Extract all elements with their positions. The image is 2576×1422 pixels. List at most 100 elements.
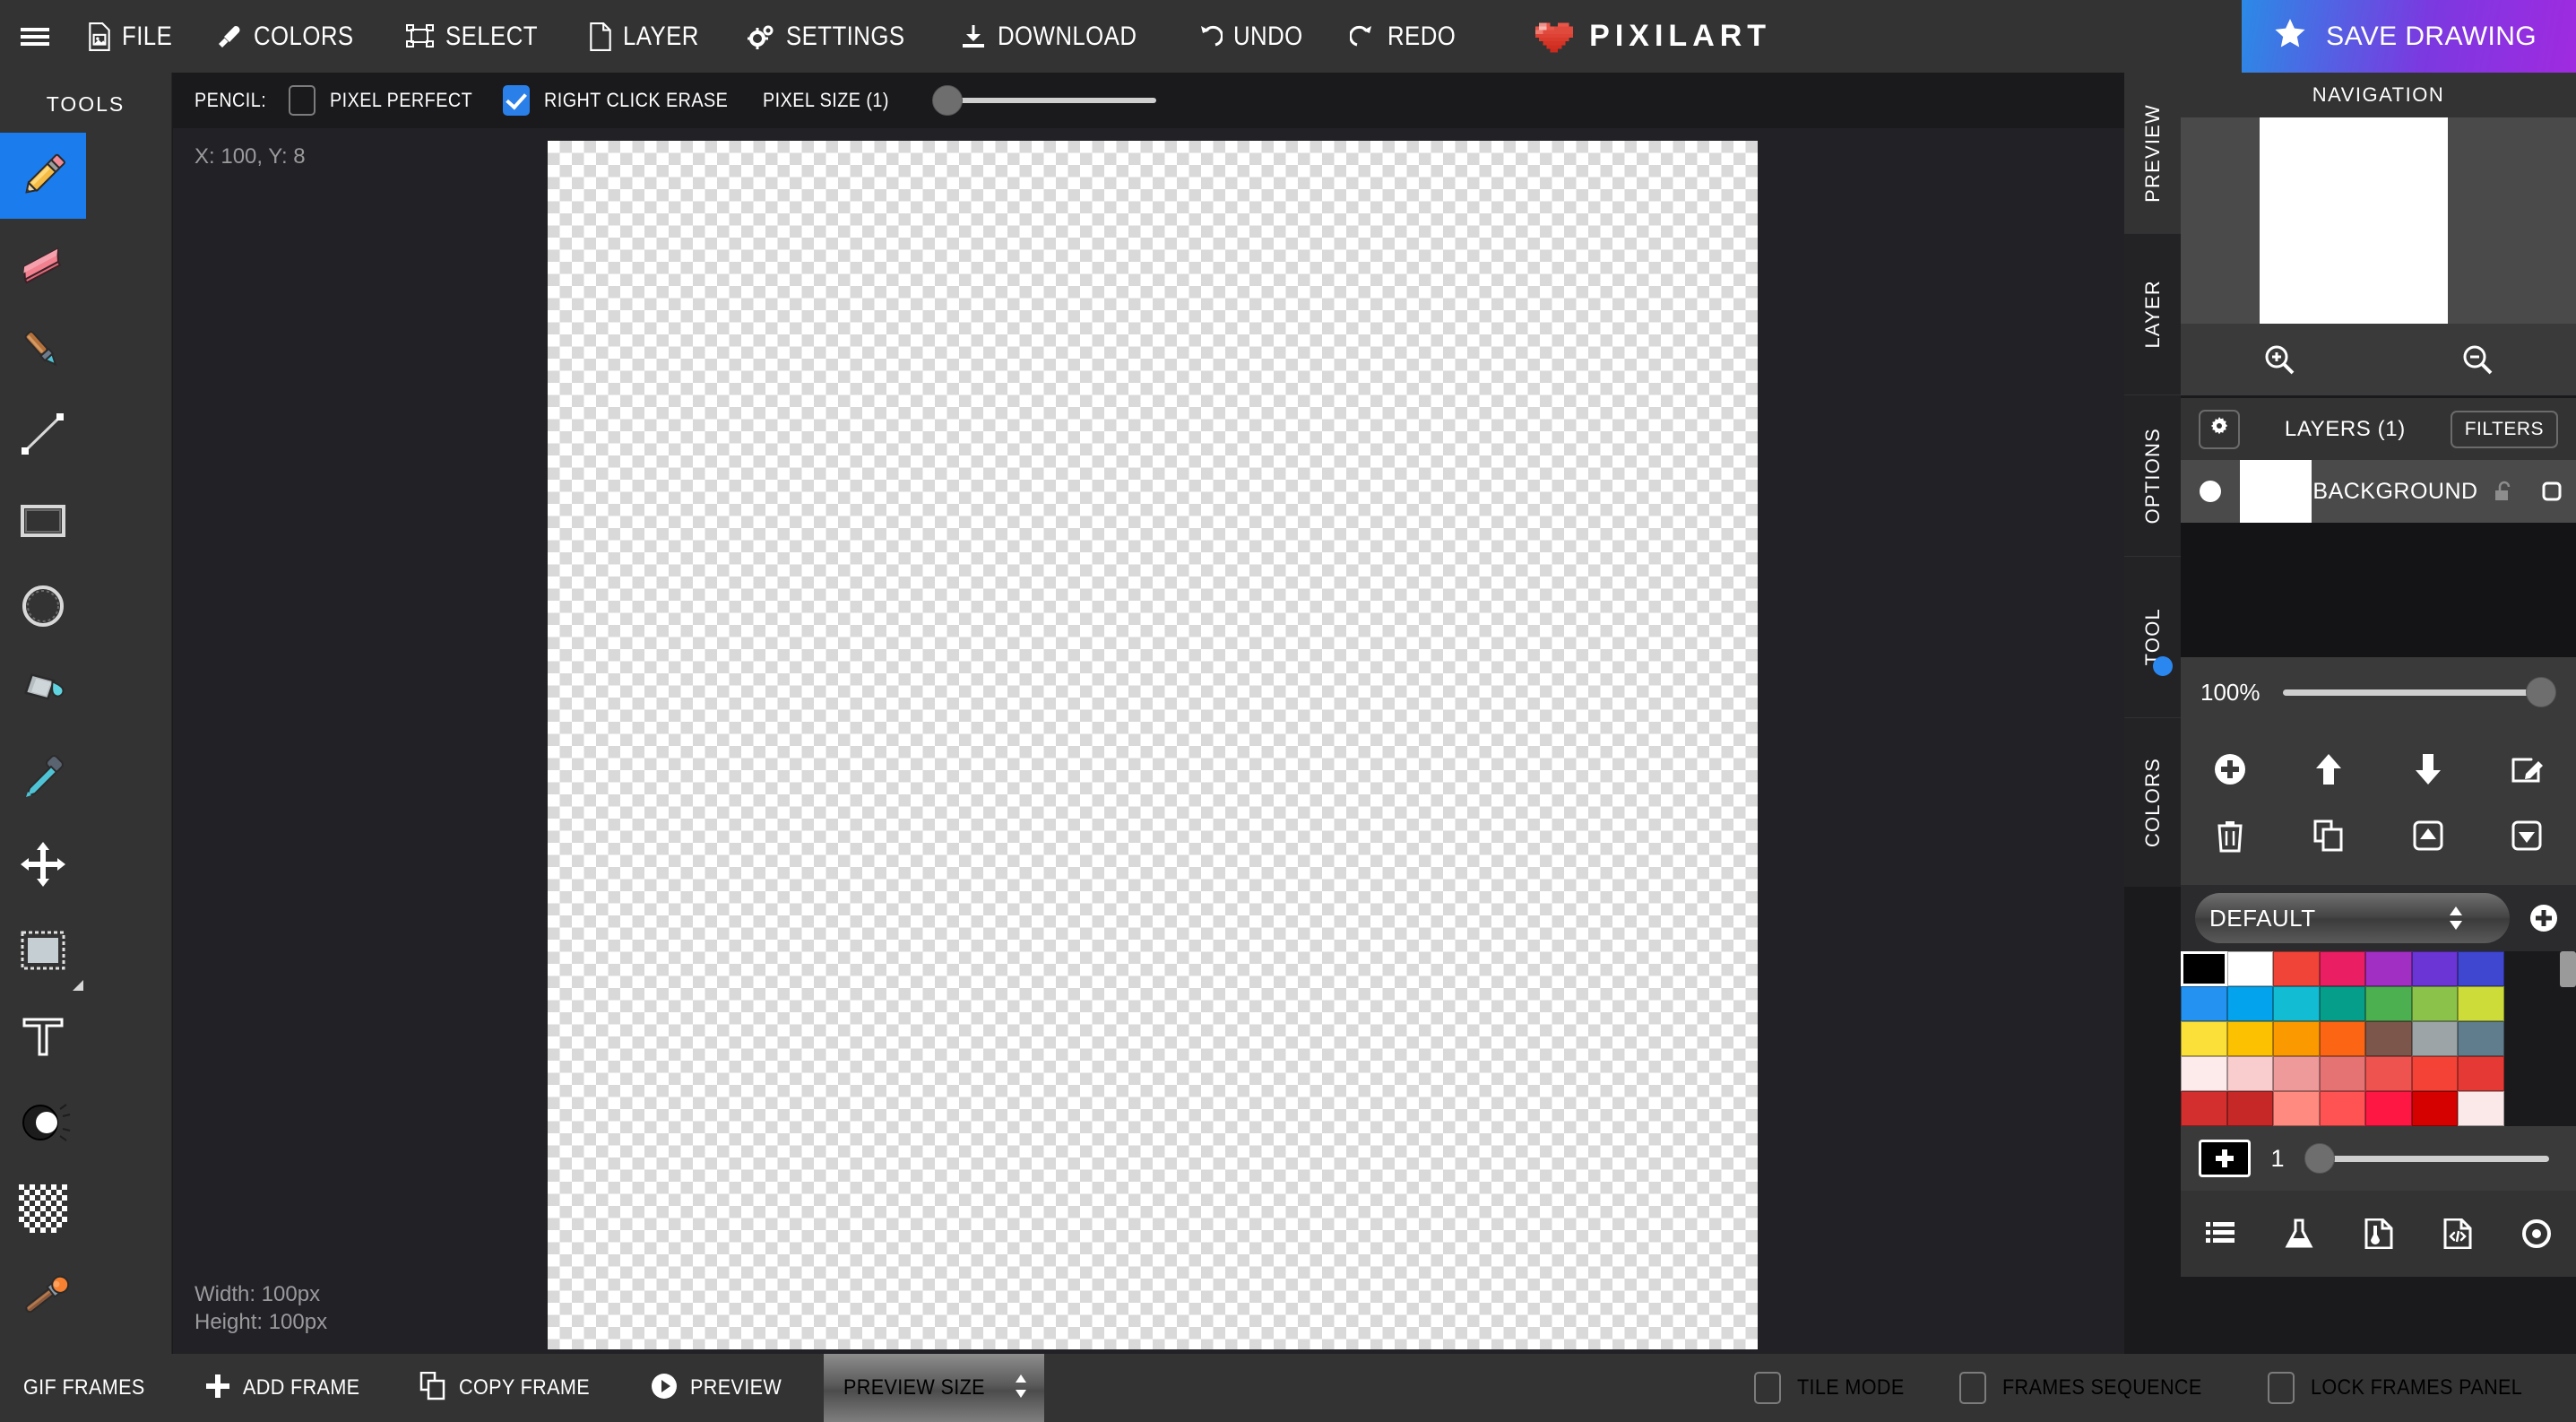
palette-list-button[interactable]: [2181, 1219, 2260, 1248]
palette-swatch[interactable]: [2273, 986, 2320, 1021]
merge-down-button[interactable]: [2477, 802, 2576, 869]
palette-swatch[interactable]: [2411, 986, 2458, 1021]
tool-pencil[interactable]: [0, 133, 86, 219]
preview-size-select[interactable]: PREVIEW SIZE: [824, 1354, 1044, 1422]
palette-swatch[interactable]: [2365, 1056, 2412, 1091]
palette-swatch[interactable]: [2181, 1091, 2227, 1126]
palette-swatch[interactable]: [2226, 1021, 2273, 1056]
menu-settings[interactable]: SETTINGS: [729, 0, 942, 73]
tool-eraser[interactable]: [0, 219, 86, 305]
palette-swatch[interactable]: [2226, 1056, 2273, 1091]
menu-colors[interactable]: COLORS: [198, 0, 388, 73]
preview-button[interactable]: PREVIEW: [627, 1354, 815, 1422]
tile-mode-toggle[interactable]: TILE MODE: [1733, 1372, 1938, 1404]
palette-swatch[interactable]: [2411, 951, 2458, 986]
palette-swatch[interactable]: [2365, 986, 2412, 1021]
save-drawing-button[interactable]: SAVE DRAWING: [2242, 0, 2576, 73]
palette-swatch[interactable]: [2273, 1021, 2320, 1056]
duplicate-layer-button[interactable]: [2279, 802, 2378, 869]
brush-size-knob[interactable]: [2304, 1143, 2335, 1174]
palette-swatch[interactable]: [2365, 1021, 2412, 1056]
pixel-perfect-checkbox[interactable]: [289, 85, 316, 116]
palette-swatch[interactable]: [2411, 1056, 2458, 1091]
delete-layer-button[interactable]: [2181, 802, 2279, 869]
palette-swatch[interactable]: [2181, 1056, 2227, 1091]
frames-sequence-checkbox[interactable]: [1959, 1372, 1987, 1404]
menu-layer[interactable]: LAYER: [571, 0, 730, 73]
tool-stamp[interactable]: [0, 1252, 86, 1338]
pixel-size-slider-knob[interactable]: [931, 85, 963, 116]
palette-swatch[interactable]: [2273, 1056, 2320, 1091]
unlock-icon[interactable]: [2479, 480, 2528, 503]
palette-swatch[interactable]: [2226, 986, 2273, 1021]
tool-rectangle[interactable]: [0, 477, 86, 563]
navigation-thumbnail[interactable]: [2260, 117, 2448, 324]
palette-swatch[interactable]: [2458, 951, 2504, 986]
palette-swatch[interactable]: [2181, 1021, 2227, 1056]
add-color-button[interactable]: [2199, 1140, 2251, 1177]
palette-swatch[interactable]: [2458, 1021, 2504, 1056]
palette-swatch[interactable]: [2181, 951, 2227, 986]
tab-options[interactable]: OPTIONS: [2124, 395, 2181, 557]
move-layer-down-button[interactable]: [2379, 736, 2477, 802]
tab-tool[interactable]: TOOL: [2124, 557, 2181, 718]
layer-visibility-toggle[interactable]: [2181, 481, 2240, 502]
copy-frame-button[interactable]: COPY FRAME: [396, 1354, 627, 1422]
filters-button[interactable]: FILTERS: [2450, 410, 2558, 448]
zoom-in-icon[interactable]: [2181, 343, 2379, 376]
palette-scrollbar[interactable]: [2560, 951, 2576, 987]
menu-file[interactable]: FILE: [70, 0, 198, 73]
palette-swatch[interactable]: [2319, 986, 2365, 1021]
palette-swatch[interactable]: [2411, 1091, 2458, 1126]
palette-swatch[interactable]: [2458, 986, 2504, 1021]
navigation-preview[interactable]: [2181, 117, 2576, 324]
tile-mode-checkbox[interactable]: [1754, 1372, 1782, 1404]
palette-swatch[interactable]: [2411, 1021, 2458, 1056]
tool-select-rect[interactable]: [0, 907, 86, 993]
tab-layer[interactable]: LAYER: [2124, 234, 2181, 395]
tool-paintbrush[interactable]: [0, 305, 86, 391]
layer-opacity-knob[interactable]: [2526, 677, 2556, 707]
frames-sequence-toggle[interactable]: FRAMES SEQUENCE: [1938, 1372, 2245, 1404]
tab-colors[interactable]: COLORS: [2124, 718, 2181, 887]
tab-preview[interactable]: PREVIEW: [2124, 73, 2181, 234]
palette-swatch[interactable]: [2273, 951, 2320, 986]
layer-opacity-slider[interactable]: [2283, 674, 2556, 710]
tool-text[interactable]: [0, 993, 86, 1080]
menu-download[interactable]: DOWNLOAD: [942, 0, 1178, 73]
tool-move[interactable]: [0, 821, 86, 907]
add-palette-button[interactable]: [2522, 903, 2565, 933]
palette-swatch[interactable]: [2458, 1091, 2504, 1126]
zoom-out-icon[interactable]: [2379, 343, 2576, 376]
palette-swatch[interactable]: [2319, 1021, 2365, 1056]
palette-swatch[interactable]: [2319, 1056, 2365, 1091]
tool-ellipse[interactable]: [0, 563, 86, 649]
palette-swatch[interactable]: [2365, 1091, 2412, 1126]
tool-lighten-darken[interactable]: [0, 1080, 86, 1166]
color-mixer-button[interactable]: [2260, 1218, 2338, 1249]
layer-settings-button[interactable]: [2199, 409, 2240, 449]
palette-swatch[interactable]: [2273, 1091, 2320, 1126]
merge-up-button[interactable]: [2379, 802, 2477, 869]
tool-color-picker[interactable]: [0, 735, 86, 821]
add-layer-button[interactable]: [2181, 736, 2279, 802]
brush-size-slider[interactable]: [2304, 1140, 2558, 1176]
table-row[interactable]: BACKGROUND: [2181, 460, 2576, 523]
menu-redo[interactable]: REDO: [1332, 0, 1485, 73]
palette-swatch[interactable]: [2319, 951, 2365, 986]
tool-dither[interactable]: [0, 1166, 86, 1252]
add-frame-button[interactable]: ADD FRAME: [182, 1354, 396, 1422]
palette-code-button[interactable]: [2418, 1218, 2497, 1249]
menu-undo[interactable]: UNDO: [1178, 0, 1332, 73]
palette-select[interactable]: DEFAULT: [2195, 893, 2510, 943]
brand-logo[interactable]: PIXILART: [1535, 19, 1771, 55]
drawing-canvas[interactable]: [548, 141, 1758, 1349]
gif-frames-item[interactable]: GIF FRAMES: [0, 1354, 182, 1422]
move-layer-up-button[interactable]: [2279, 736, 2378, 802]
hamburger-icon[interactable]: [0, 0, 70, 73]
tool-line[interactable]: [0, 391, 86, 477]
right-click-erase-checkbox[interactable]: [502, 85, 530, 116]
rename-layer-button[interactable]: [2477, 736, 2576, 802]
import-palette-button[interactable]: [2338, 1218, 2417, 1249]
palette-swatch[interactable]: [2226, 1091, 2273, 1126]
